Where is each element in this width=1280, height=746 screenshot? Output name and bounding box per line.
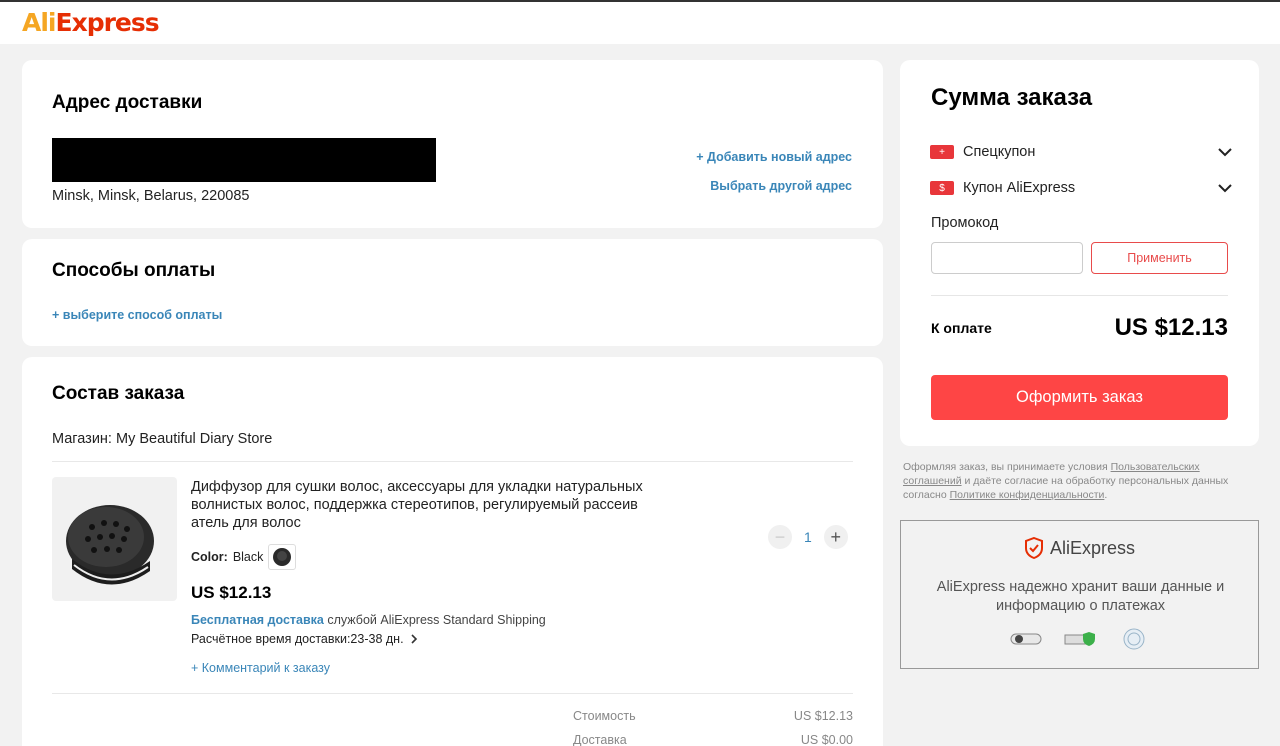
- aliexpress-logo[interactable]: AliExpress: [22, 8, 160, 37]
- payment-title: Способы оплаты: [52, 260, 216, 281]
- delivery-eta[interactable]: Расчётное время доставки:23-38 дн.: [191, 632, 418, 646]
- trust-message: AliExpress надежно хранит ваши данные и …: [936, 579, 1225, 614]
- special-coupon-label: Спецкупон: [963, 144, 1036, 160]
- choose-other-address-link[interactable]: Выбрать другой адрес: [710, 179, 852, 193]
- to-pay-label: К оплате: [931, 320, 992, 336]
- privacy-seal-badge-icon: [1118, 628, 1150, 650]
- security-badges: [901, 628, 1258, 650]
- divider: [931, 295, 1228, 296]
- verified-shield-badge-icon: [1064, 629, 1096, 649]
- security-trust-panel: AliExpress AliExpress надежно хранит ваш…: [900, 520, 1259, 669]
- shipping-cost-label: Доставка: [573, 733, 627, 746]
- shipping-cost-value: US $0.00: [800, 733, 853, 746]
- divider: [52, 693, 853, 694]
- subtotal-row: Стоимость US $12.13: [573, 709, 853, 723]
- increase-quantity-button[interactable]: +: [823, 525, 848, 549]
- aliexpress-coupon-row[interactable]: $ Купон AliExpress: [930, 180, 1232, 196]
- color-label: Color:: [191, 550, 228, 564]
- shipping-service: службой AliExpress Standard Shipping: [327, 613, 546, 627]
- subtotal-value: US $12.13: [793, 709, 853, 723]
- privacy-policy-link[interactable]: Политике конфиденциальности: [950, 489, 1105, 501]
- terms-notice: Оформляя заказ, вы принимаете условия По…: [903, 461, 1229, 501]
- product-title[interactable]: Диффузор для сушки волос, аксессуары для…: [191, 478, 671, 532]
- color-value: Black: [232, 550, 264, 564]
- order-summary-card: Сумма заказа + Спецкупон $ Купон AliExpr…: [900, 60, 1259, 446]
- chevron-down-icon: [1218, 147, 1232, 156]
- special-coupon-row[interactable]: + Спецкупон: [930, 144, 1232, 160]
- trust-logo: AliExpress: [901, 537, 1258, 559]
- color-swatch-icon: [273, 548, 292, 566]
- add-new-address-link[interactable]: + Добавить новый адрес: [696, 150, 852, 164]
- top-bar: AliExpress: [0, 2, 1280, 44]
- delivery-address-card: Адрес доставки Minsk, Minsk, Belarus, 22…: [22, 60, 883, 228]
- promo-code-input[interactable]: [931, 242, 1083, 274]
- payment-methods-card: Способы оплаты + выберите способ оплаты: [22, 239, 883, 346]
- chevron-down-icon: [1218, 183, 1232, 192]
- order-title: Состав заказа: [52, 383, 185, 404]
- aliexpress-coupon-label: Купон AliExpress: [963, 180, 1076, 196]
- diffuser-image-icon: [66, 505, 154, 585]
- choose-payment-link[interactable]: + выберите способ оплаты: [52, 308, 222, 322]
- redacted-recipient-name: [52, 138, 436, 182]
- subtotal-label: Стоимость: [573, 709, 636, 723]
- secure-card-badge-icon: [1010, 629, 1042, 649]
- shipping-cost-row: Доставка US $0.00: [573, 733, 853, 746]
- order-total: US $12.13: [1114, 314, 1228, 341]
- quantity-stepper: − 1 +: [768, 525, 848, 549]
- color-swatch[interactable]: [268, 544, 297, 570]
- product-color: Color: Black: [191, 544, 297, 570]
- order-contents-card: Состав заказа Магазин: My Beautiful Diar…: [22, 357, 883, 746]
- coupon-ticket-icon: +: [930, 145, 954, 159]
- apply-promo-button[interactable]: Применить: [1091, 242, 1228, 274]
- free-shipping-label[interactable]: Бесплатная доставка: [191, 613, 324, 627]
- summary-title: Сумма заказа: [931, 84, 1093, 111]
- store-name[interactable]: Магазин: My Beautiful Diary Store: [52, 431, 272, 447]
- decrease-quantity-button[interactable]: −: [768, 525, 792, 549]
- add-comment-link[interactable]: + Комментарий к заказу: [191, 661, 330, 675]
- product-price: US $12.13: [191, 583, 272, 602]
- promo-code-label: Промокод: [931, 215, 999, 231]
- quantity-value: 1: [804, 529, 812, 545]
- address-title: Адрес доставки: [52, 92, 203, 113]
- shield-check-icon: [1024, 537, 1043, 559]
- address-location: Minsk, Minsk, Belarus, 220085: [52, 188, 250, 204]
- trust-logo-text: AliExpress: [1049, 537, 1136, 558]
- eta-text: Расчётное время доставки:23-38 дн.: [191, 632, 404, 646]
- coupon-dollar-icon: $: [930, 181, 954, 195]
- shipping-info: Бесплатная доставка службой AliExpress S…: [191, 613, 546, 627]
- chevron-right-icon: [410, 634, 417, 644]
- product-thumbnail[interactable]: [52, 477, 177, 601]
- place-order-button[interactable]: Оформить заказ: [931, 375, 1228, 420]
- divider: [52, 461, 853, 462]
